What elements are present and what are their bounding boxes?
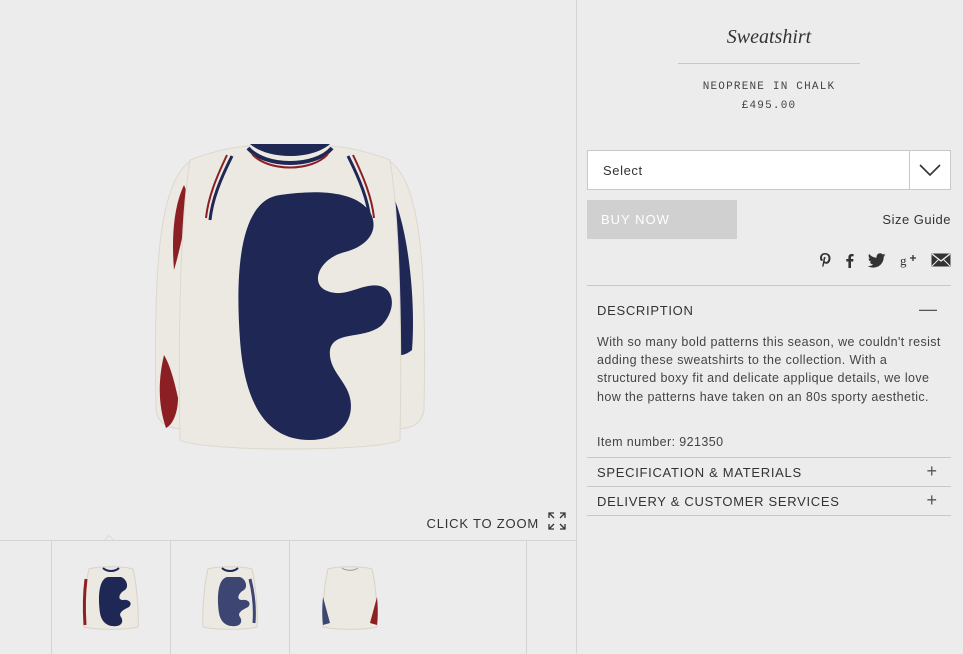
share-icons: g (819, 252, 951, 268)
size-select-value: Select (603, 163, 643, 178)
expand-plus-icon: + (926, 461, 937, 481)
product-price: £495.00 (741, 100, 797, 112)
main-product-image[interactable] (0, 0, 576, 540)
thumbnail-alternate[interactable] (170, 541, 289, 654)
svg-text:g: g (900, 253, 907, 268)
title-divider (678, 63, 860, 64)
accordion-delivery-header[interactable]: DELIVERY & CUSTOMER SERVICES + (587, 487, 951, 515)
thumbnail-image (322, 565, 378, 630)
accordion-specification-header[interactable]: SPECIFICATION & MATERIALS + (587, 458, 951, 486)
size-select[interactable]: Select (587, 150, 951, 190)
accordion-description-header[interactable]: DESCRIPTION — (587, 296, 951, 324)
google-plus-icon[interactable]: g (900, 253, 917, 268)
expand-plus-icon: + (926, 490, 937, 510)
thumbnail-strip (0, 540, 576, 654)
panel-divider (576, 0, 577, 653)
chevron-down-icon[interactable] (909, 151, 950, 189)
item-number: Item number: 921350 (597, 435, 724, 449)
email-icon[interactable] (931, 253, 951, 267)
zoom-label: CLICK TO ZOOM (426, 516, 539, 531)
pinterest-icon[interactable] (819, 252, 831, 268)
accordion-divider (587, 285, 951, 286)
buy-now-button[interactable]: BUY NOW (587, 200, 737, 239)
accordion-divider (587, 515, 951, 516)
facebook-icon[interactable] (845, 253, 854, 268)
thumbnail-front[interactable] (51, 541, 170, 654)
thumbnail-image (202, 565, 258, 630)
click-to-zoom[interactable]: CLICK TO ZOOM (427, 512, 567, 535)
thumbnail-image (82, 565, 139, 630)
expand-icon (548, 512, 566, 535)
thumbnail-back[interactable] (289, 541, 527, 654)
product-title: Sweatshirt (726, 26, 812, 48)
description-text: With so many bold patterns this season, … (597, 335, 941, 404)
description-label: DESCRIPTION (597, 303, 694, 318)
product-material: NEOPRENE IN CHALK (702, 81, 836, 93)
size-guide-link[interactable]: Size Guide (882, 212, 951, 227)
collapse-icon: — (919, 299, 937, 319)
specification-label: SPECIFICATION & MATERIALS (597, 465, 802, 480)
twitter-icon[interactable] (868, 252, 886, 268)
product-gallery: CLICK TO ZOOM (0, 0, 576, 654)
sweatshirt-image (154, 144, 426, 450)
delivery-label: DELIVERY & CUSTOMER SERVICES (597, 494, 840, 509)
